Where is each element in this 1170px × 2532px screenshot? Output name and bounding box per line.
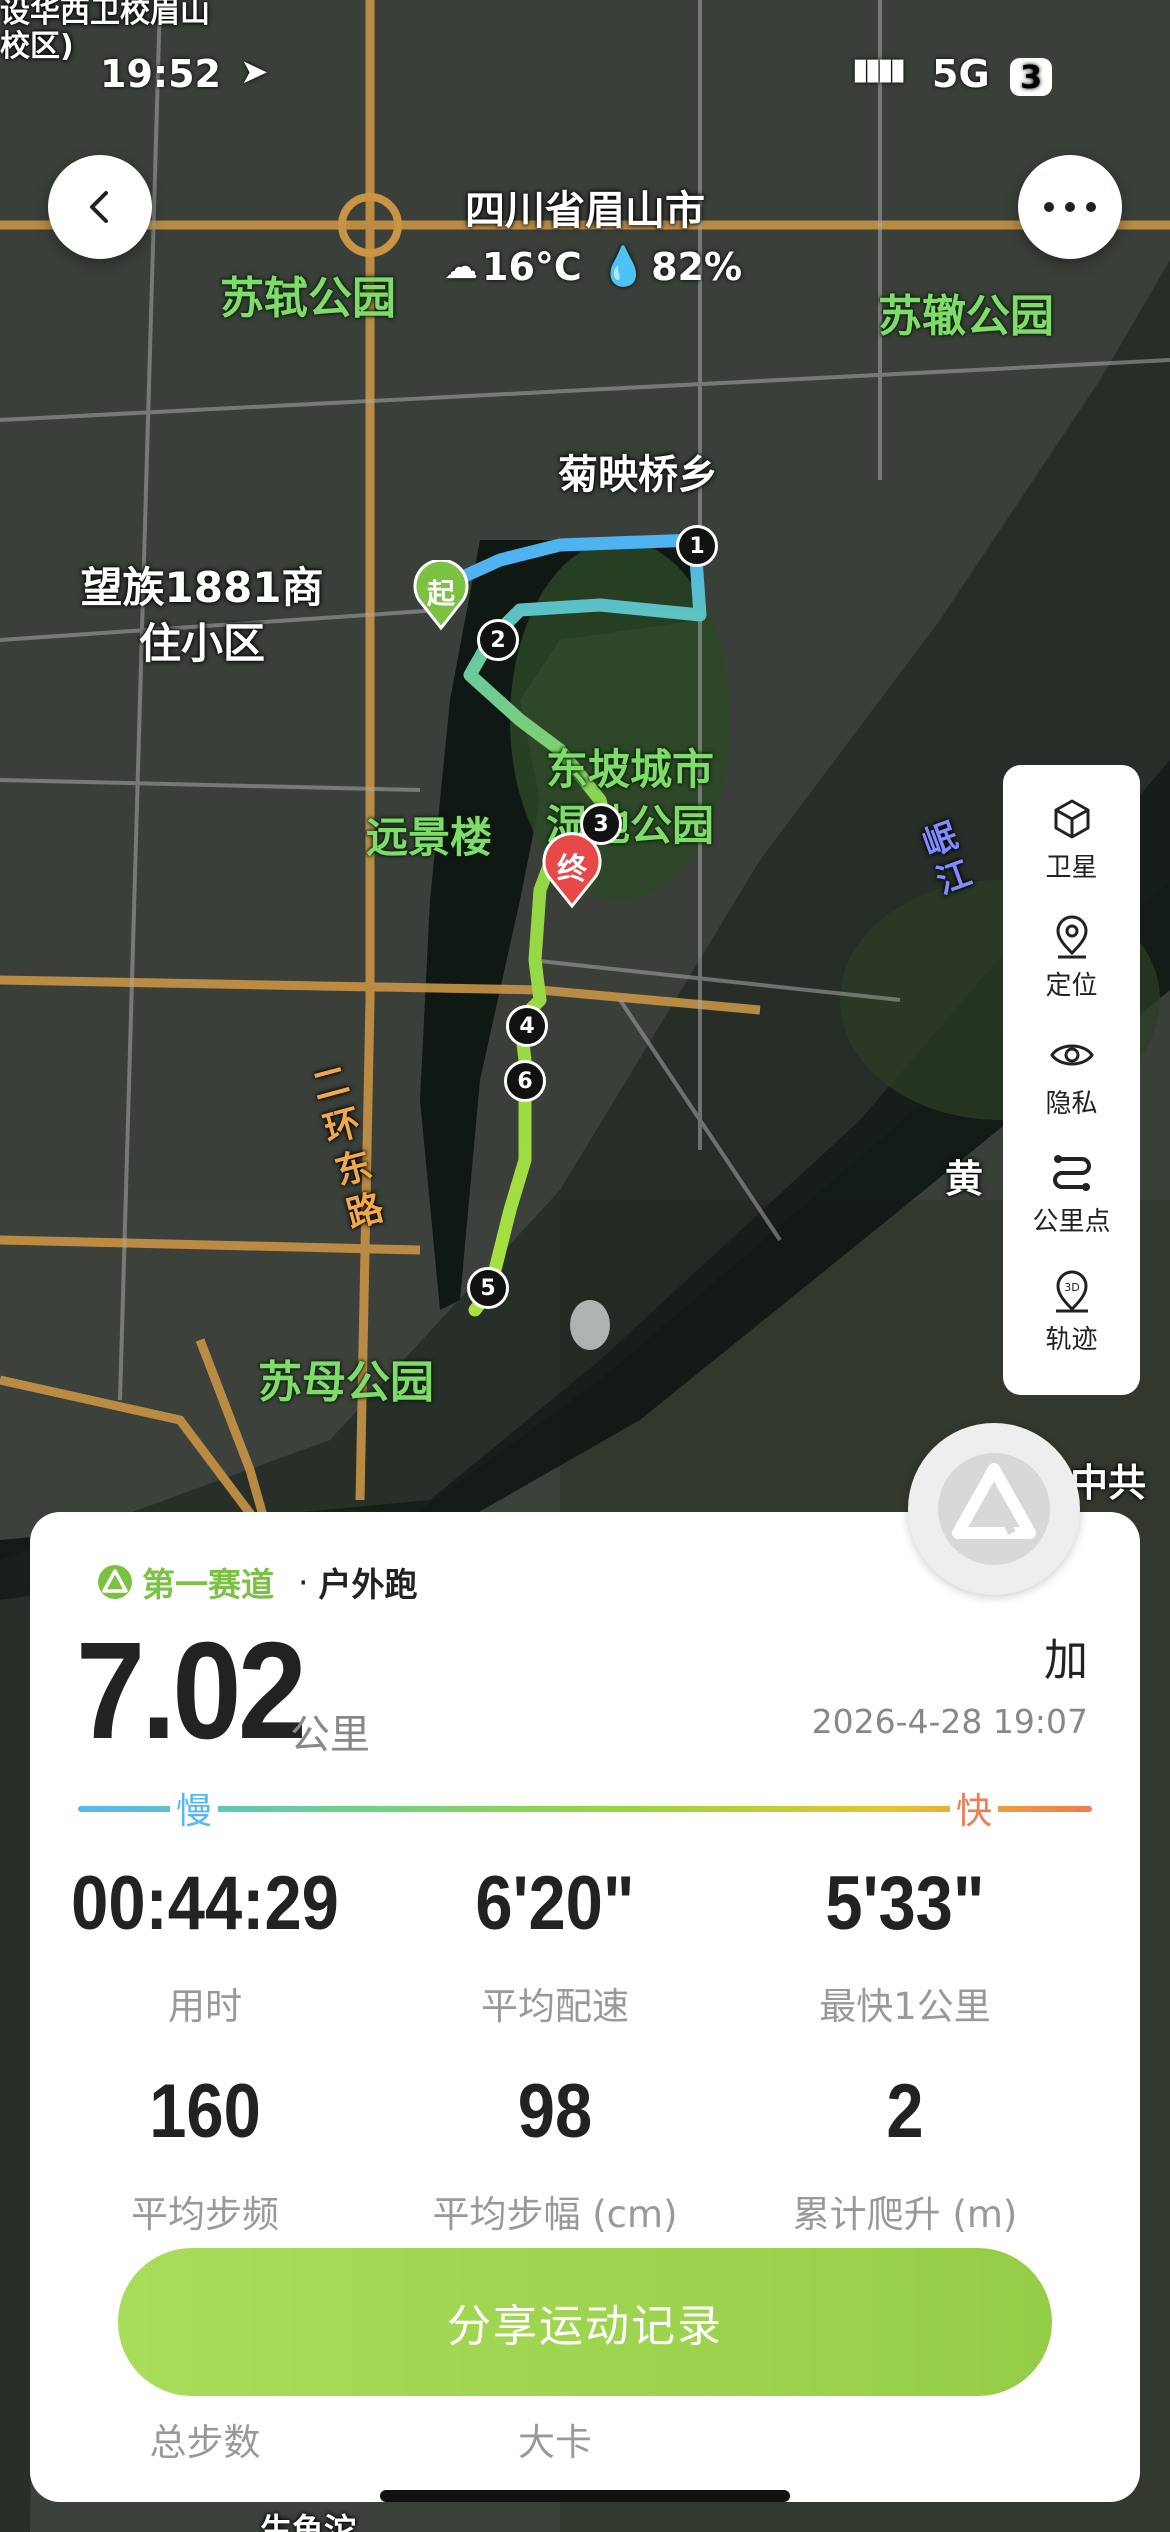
km-marker: 1 [676, 525, 718, 567]
tool-km-points[interactable]: 公里点 [1003, 1149, 1140, 1267]
network-label: 5G [932, 52, 990, 96]
brand-row: 第一赛道 · 户外跑 [96, 1558, 418, 1606]
tool-locate[interactable]: 定位 [1003, 913, 1140, 1031]
satellite-cube-icon [1054, 799, 1089, 839]
pace-gradient-bar [78, 1806, 1092, 1812]
location-arrow-icon: ➤ [240, 52, 269, 92]
brand-badge [908, 1423, 1080, 1595]
km-marker: 5 [467, 1267, 509, 1309]
tool-3d-track[interactable]: 3D 轨迹 [1003, 1267, 1140, 1385]
svg-text:3D: 3D [1064, 1281, 1079, 1294]
km-points-icon [1052, 1155, 1091, 1191]
tool-satellite[interactable]: 卫星 [1003, 795, 1140, 913]
map-label-huang: 黄 [945, 1157, 984, 1201]
brand-name: 第一赛道 [142, 1565, 274, 1604]
location-pin-icon [1055, 915, 1088, 959]
km-marker: 6 [504, 1060, 546, 1102]
chevron-left-icon [90, 191, 108, 223]
more-button[interactable] [1018, 155, 1122, 259]
brand-badge-icon [938, 1453, 1050, 1565]
temperature: 16°C [482, 244, 582, 289]
stat-elevation: 2 累计爬升 (m) [792, 2069, 1018, 2237]
share-record-button[interactable]: 分享运动记录 [118, 2248, 1052, 2396]
map-label-wangzu: 望族1881商住小区 [80, 563, 324, 668]
home-indicator [380, 2490, 790, 2502]
map-label-sushi-park: 苏轼公园 [220, 273, 396, 324]
brand-logo-icon [98, 1565, 132, 1599]
plus-label: 加 [1044, 1635, 1088, 1686]
slow-label: 慢 [170, 1782, 219, 1834]
map-label-right-fragment: 中共 [1070, 1461, 1147, 1505]
stat-cadence: 160 平均步频 [131, 2069, 279, 2237]
map-label-sumu-park: 苏母公园 [258, 1357, 434, 1408]
total-steps-label: 总步数 [149, 2421, 261, 2464]
distance-value: 7.02 [76, 1614, 307, 1768]
humidity: 82% [651, 244, 743, 289]
calories-label: 大卡 [518, 2421, 592, 2464]
eye-icon [1049, 1044, 1094, 1066]
status-time: 19:52 [100, 52, 221, 96]
distance-unit: 公里 [290, 1712, 370, 1758]
stat-fastest-km: 5'33" 最快1公里 [819, 1861, 991, 2029]
start-marker: 起 [413, 560, 469, 630]
city-title: 四川省眉山市 [465, 188, 705, 234]
activity-type: 户外跑 [318, 1565, 418, 1604]
map-label-suzhe-park: 苏辙公园 [878, 291, 1054, 342]
map-label-bottom-fragment: 生鱼沱 [260, 2511, 357, 2532]
more-dots-icon [1044, 202, 1096, 212]
back-button[interactable] [48, 155, 152, 259]
km-marker: 2 [477, 619, 519, 661]
km-marker: 3 [580, 803, 622, 845]
stat-stride: 98 平均步幅 (cm) [432, 2069, 678, 2237]
stat-avg-pace: 6'20" 平均配速 [475, 1861, 635, 2029]
activity-datetime: 2026-4-28 19:07 [811, 1702, 1088, 1741]
stat-duration: 00:44:29 用时 [71, 1861, 339, 2029]
battery-icon: 3 [1010, 58, 1053, 96]
3d-track-icon: 3D [1055, 1270, 1088, 1313]
km-marker: 4 [506, 1005, 548, 1047]
weather-row: ☁ 16°C 💧 82% [444, 244, 742, 289]
map-tool-panel: 卫星 定位 隐私 公里点 3D 轨迹 [1003, 765, 1140, 1395]
tool-privacy[interactable]: 隐私 [1003, 1031, 1140, 1149]
humidity-drop-icon: 💧 [599, 244, 648, 288]
map-label-juying: 菊映桥乡 [558, 452, 718, 498]
signal-icon: ▮▮▮▮ [852, 52, 906, 87]
fast-label: 快 [950, 1782, 999, 1834]
map-label-yuanjing: 远景楼 [366, 813, 493, 862]
cloud-icon: ☁ [444, 246, 478, 287]
